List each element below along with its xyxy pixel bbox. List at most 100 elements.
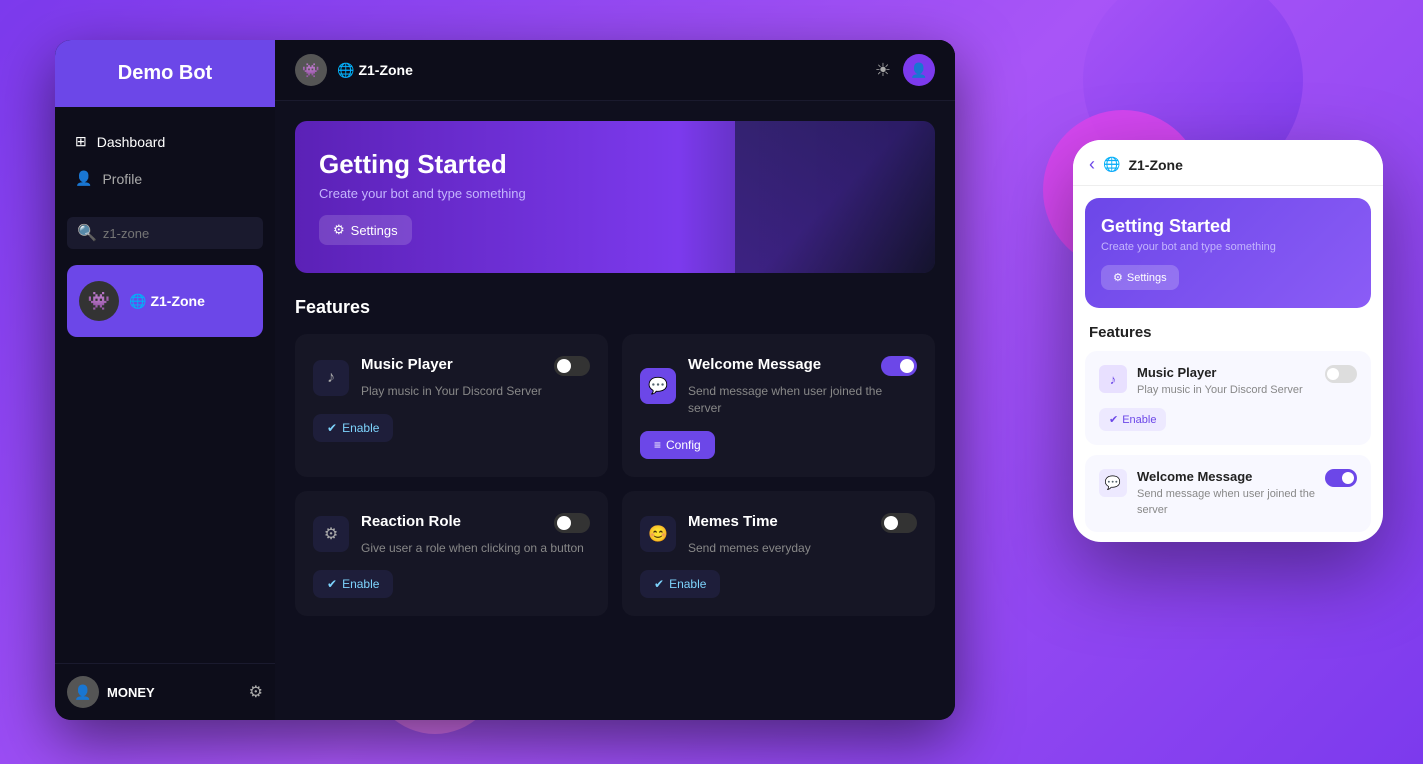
- mobile-welcome-info: Welcome Message Send message when user j…: [1137, 469, 1325, 518]
- sidebar-header: Demo Bot: [55, 40, 275, 107]
- config-icon: ≡: [654, 438, 661, 452]
- mobile-welcome-row: 💬 Welcome Message Send message when user…: [1099, 469, 1325, 518]
- welcome-message-name: Welcome Message: [688, 356, 821, 373]
- server-name: 🌐 Z1-Zone: [129, 293, 205, 310]
- reaction-enable-icon: ✔: [327, 577, 337, 591]
- enable-label: Enable: [342, 421, 379, 435]
- memes-time-desc: Send memes everyday: [688, 540, 917, 557]
- mobile-music-enable-button[interactable]: ✔ Enable: [1099, 408, 1166, 431]
- feature-card-music-player: ♪ Music Player Play music in Your Discor…: [295, 334, 608, 477]
- reaction-role-name: Reaction Role: [361, 513, 461, 530]
- search-icon: 🔍: [77, 223, 97, 243]
- mobile-music-header: ♪ Music Player Play music in Your Discor…: [1099, 365, 1357, 398]
- mobile-settings-icon: ⚙: [1113, 271, 1123, 284]
- search-input[interactable]: [103, 226, 253, 241]
- feature-card-memes-body: 😊 Memes Time Send memes everyday: [640, 513, 917, 557]
- welcome-message-config-button[interactable]: ≡ Config: [640, 431, 715, 459]
- mobile-mockup: ‹ 🌐 Z1-Zone Getting Started Create your …: [1073, 140, 1383, 542]
- memes-time-header: Memes Time: [688, 513, 917, 534]
- settings-icon: ⚙: [333, 222, 345, 238]
- mobile-music-desc: Play music in Your Discord Server: [1137, 383, 1303, 398]
- footer-gear-icon[interactable]: ⚙: [249, 682, 263, 702]
- profile-icon: 👤: [75, 170, 92, 187]
- getting-started-banner: Getting Started Create your bot and type…: [295, 121, 935, 273]
- mobile-music-icon: ♪: [1099, 365, 1127, 393]
- mobile-feature-card-welcome: 💬 Welcome Message Send message when user…: [1085, 455, 1371, 532]
- sidebar: Demo Bot ⊞ Dashboard 👤 Profile 🔍 👾 🌐 Z1-…: [55, 40, 275, 720]
- music-player-enable-button[interactable]: ✔ Enable: [313, 414, 393, 442]
- server-avatar: 👾: [79, 281, 119, 321]
- memes-time-icon: 😊: [640, 516, 676, 552]
- enable-checkmark-icon: ✔: [327, 421, 337, 435]
- mobile-welcome-toggle[interactable]: [1325, 469, 1357, 487]
- topbar-server-name: 🌐 Z1-Zone: [337, 62, 413, 79]
- reaction-role-toggle[interactable]: [554, 513, 590, 533]
- mobile-music-info: Music Player Play music in Your Discord …: [1137, 365, 1303, 398]
- config-label: Config: [666, 438, 701, 452]
- topbar-globe-icon: 🌐: [337, 62, 354, 79]
- mobile-feature-card-music: ♪ Music Player Play music in Your Discor…: [1085, 351, 1371, 445]
- banner-subtitle: Create your bot and type something: [319, 186, 526, 201]
- welcome-message-info: Welcome Message Send message when user j…: [688, 356, 917, 417]
- mobile-welcome-desc: Send message when user joined the server: [1137, 487, 1325, 518]
- settings-label: Settings: [351, 223, 398, 238]
- dashboard-icon: ⊞: [75, 133, 87, 150]
- main-body: Getting Started Create your bot and type…: [275, 101, 955, 720]
- memes-time-enable-button[interactable]: ✔ Enable: [640, 570, 720, 598]
- mobile-enable-label: Enable: [1122, 414, 1156, 426]
- feature-card-welcome-message: 💬 Welcome Message Send message when user…: [622, 334, 935, 477]
- sidebar-item-label-dashboard: Dashboard: [97, 134, 166, 150]
- topbar-user-avatar[interactable]: 👤: [903, 54, 935, 86]
- mobile-banner: Getting Started Create your bot and type…: [1085, 198, 1371, 308]
- sidebar-item-profile[interactable]: 👤 Profile: [55, 160, 275, 197]
- music-player-toggle[interactable]: [554, 356, 590, 376]
- reaction-role-info: Reaction Role Give user a role when clic…: [361, 513, 590, 557]
- reaction-role-enable-button[interactable]: ✔ Enable: [313, 570, 393, 598]
- welcome-message-icon: 💬: [640, 368, 676, 404]
- mobile-back-button[interactable]: ‹: [1089, 154, 1095, 175]
- memes-time-name: Memes Time: [688, 513, 778, 530]
- feature-card-memes-time: 😊 Memes Time Send memes everyday ✔ Enabl…: [622, 491, 935, 617]
- server-card[interactable]: 👾 🌐 Z1-Zone: [67, 265, 263, 337]
- banner-settings-button[interactable]: ⚙ Settings: [319, 215, 412, 245]
- memes-time-info: Memes Time Send memes everyday: [688, 513, 917, 557]
- sidebar-search-box[interactable]: 🔍: [67, 217, 263, 249]
- welcome-message-desc: Send message when user joined the server: [688, 383, 917, 417]
- server-globe-icon: 🌐: [129, 293, 146, 310]
- music-player-name: Music Player: [361, 356, 453, 373]
- mobile-topbar: ‹ 🌐 Z1-Zone: [1073, 140, 1383, 186]
- app-window: Demo Bot ⊞ Dashboard 👤 Profile 🔍 👾 🌐 Z1-…: [55, 40, 955, 720]
- main-content: 👾 🌐 Z1-Zone ☀ 👤 Getting Started Create y…: [275, 40, 955, 720]
- feature-card-reaction-body: ⚙ Reaction Role Give user a role when cl…: [313, 513, 590, 557]
- sidebar-item-label-profile: Profile: [102, 171, 142, 187]
- mobile-server-name: Z1-Zone: [1128, 157, 1182, 173]
- welcome-message-header: Welcome Message: [688, 356, 917, 377]
- topbar-right: ☀ 👤: [875, 54, 935, 86]
- mobile-globe-icon: 🌐: [1103, 156, 1120, 173]
- banner-decorative-image: [735, 121, 935, 273]
- mobile-features-title: Features: [1073, 320, 1383, 351]
- music-player-desc: Play music in Your Discord Server: [361, 383, 590, 400]
- memes-enable-icon: ✔: [654, 577, 664, 591]
- reaction-role-header: Reaction Role: [361, 513, 590, 534]
- reaction-enable-label: Enable: [342, 577, 379, 591]
- banner-title: Getting Started: [319, 149, 526, 180]
- banner-left: Getting Started Create your bot and type…: [319, 149, 526, 245]
- topbar-server-avatar: 👾: [295, 54, 327, 86]
- welcome-message-toggle[interactable]: [881, 356, 917, 376]
- mobile-music-toggle[interactable]: [1325, 365, 1357, 383]
- topbar: 👾 🌐 Z1-Zone ☀ 👤: [275, 40, 955, 101]
- memes-enable-label: Enable: [669, 577, 706, 591]
- sidebar-item-dashboard[interactable]: ⊞ Dashboard: [55, 123, 275, 160]
- mobile-banner-subtitle: Create your bot and type something: [1101, 241, 1355, 253]
- mobile-settings-button[interactable]: ⚙ Settings: [1101, 265, 1179, 290]
- feature-card-music-body: ♪ Music Player Play music in Your Discor…: [313, 356, 590, 400]
- music-player-icon: ♪: [313, 360, 349, 396]
- memes-time-toggle[interactable]: [881, 513, 917, 533]
- footer-avatar: 👤: [67, 676, 99, 708]
- sidebar-title: Demo Bot: [75, 62, 255, 85]
- theme-toggle-icon[interactable]: ☀: [875, 60, 891, 81]
- music-player-header: Music Player: [361, 356, 590, 377]
- mobile-welcome-icon: 💬: [1099, 469, 1127, 497]
- mobile-music-name: Music Player: [1137, 365, 1303, 380]
